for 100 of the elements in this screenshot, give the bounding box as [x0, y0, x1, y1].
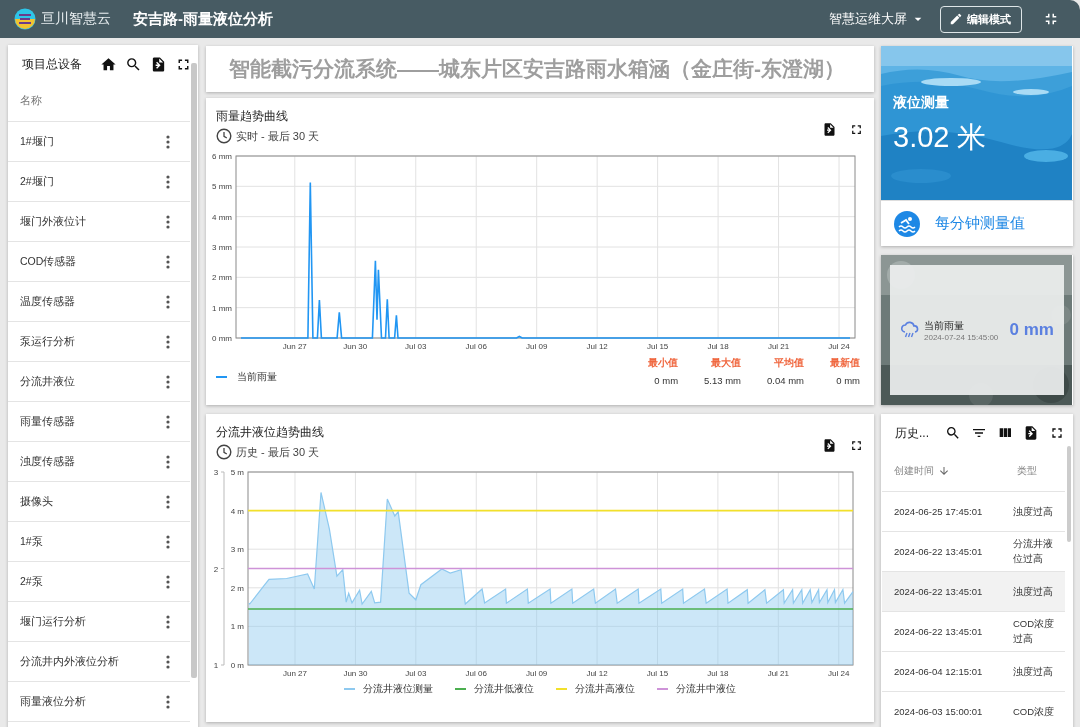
chart-title: 雨量趋势曲线 [216, 108, 289, 125]
axis-label: 3 [213, 468, 219, 477]
device-row[interactable]: 雨量传感器 [8, 402, 190, 442]
axis-label: Jul 15 [646, 342, 669, 351]
device-row[interactable]: 堰门运行分析 [8, 602, 190, 642]
more-icon[interactable] [166, 694, 170, 709]
axis-label: Jul 03 [405, 669, 427, 678]
scrollbar[interactable] [1067, 446, 1071, 542]
more-icon[interactable] [166, 294, 170, 309]
export-icon[interactable] [822, 121, 837, 137]
axis-label: Jul 18 [707, 342, 729, 351]
device-row[interactable]: 堰门外液位计 [8, 202, 190, 242]
axis-label: Jul 24 [828, 669, 850, 678]
chart-title: 分流井液位趋势曲线 [216, 424, 325, 441]
device-name: COD传感器 [20, 254, 78, 269]
export-icon[interactable] [150, 55, 167, 73]
more-icon[interactable] [166, 134, 170, 149]
device-row[interactable]: 2#堰门 [8, 162, 190, 202]
rain-value: 0 mm [1009, 320, 1054, 340]
axis-label: Jul 06 [465, 669, 487, 678]
axis-label: 2 [213, 564, 219, 574]
axis-label: Jul 12 [586, 342, 608, 351]
scrollbar[interactable] [191, 63, 197, 678]
export-icon[interactable] [1023, 425, 1039, 441]
axis-label: Jul 03 [405, 342, 427, 351]
device-row[interactable]: 摄像头 [8, 482, 190, 522]
more-icon[interactable] [166, 654, 170, 669]
clock-icon [216, 444, 232, 460]
stat-label: 最新值 [830, 356, 860, 370]
legend-label: 分流井高液位 [575, 682, 635, 696]
device-name: 2#堰门 [20, 174, 55, 189]
axis-label: Jul 09 [525, 669, 548, 678]
axis-label: 1 mm [212, 303, 232, 313]
more-icon[interactable] [166, 494, 170, 509]
table-row[interactable]: 2024-06-22 13:45:01 COD浓度过高 [882, 611, 1065, 651]
device-name: 2#泵 [20, 574, 44, 589]
table-cell: 2024-06-25 17:45:01 [882, 491, 1005, 531]
axis-label: Jul 06 [465, 342, 487, 351]
table-row[interactable]: 2024-06-22 13:45:01 分流井液位过高 [882, 531, 1065, 571]
level-label: 液位测量 [893, 94, 950, 112]
device-row[interactable]: 1#泵 [8, 522, 190, 562]
axis-label: Jul 09 [526, 342, 548, 351]
axis-label: Jul 18 [707, 669, 729, 678]
axis-label: Jul 21 [767, 669, 789, 678]
more-icon[interactable] [166, 574, 170, 589]
device-row[interactable]: COD传感器 [8, 242, 190, 282]
axis-label: 0 m [230, 661, 244, 670]
axis-label: Jul 15 [646, 669, 669, 678]
measure-label: 每分钟测量值 [935, 214, 1025, 233]
stat-value: 0.04 mm [767, 375, 804, 386]
table-row[interactable]: 2024-06-03 15:00:01 COD浓度 [882, 691, 1065, 727]
table-cell: COD浓度 [1005, 691, 1065, 727]
table-cell: 2024-06-22 13:45:01 [882, 531, 1005, 571]
axis-label: Jul 21 [767, 342, 790, 351]
axis-label: Jun 27 [282, 342, 307, 351]
device-row[interactable]: 1#堰门 [8, 122, 190, 162]
device-name: 1#泵 [20, 534, 44, 549]
more-icon[interactable] [166, 334, 170, 349]
rain-cloud-icon [900, 321, 920, 339]
axis-label: 4 m [230, 506, 244, 516]
fullscreen-icon[interactable] [1049, 425, 1065, 441]
export-icon[interactable] [822, 437, 837, 453]
more-icon[interactable] [166, 414, 170, 429]
more-icon[interactable] [166, 254, 170, 269]
pencil-icon [949, 12, 963, 26]
device-name: 分流井内外液位分析 [20, 654, 120, 669]
device-row[interactable]: 泵运行分析 [8, 322, 190, 362]
column-header[interactable]: 类型 [1017, 464, 1037, 479]
stat-label: 平均值 [774, 356, 804, 370]
device-row[interactable]: 温度传感器 [8, 282, 190, 322]
device-row[interactable]: 雨量液位分析 [8, 682, 190, 722]
more-icon[interactable] [166, 174, 170, 189]
logo-text: 亘川智慧云 [41, 10, 111, 28]
table-row[interactable]: 2024-06-22 13:45:01 浊度过高 [882, 571, 1065, 611]
search-icon[interactable] [945, 425, 961, 441]
edit-mode-button[interactable]: 编辑模式 [940, 5, 1022, 33]
column-header[interactable]: 创建时间 [894, 464, 934, 479]
home-icon[interactable] [100, 55, 117, 73]
table-row[interactable]: 2024-06-04 12:15:01 浊度过高 [882, 651, 1065, 691]
dashboard-dropdown[interactable]: 智慧运维大屏 [829, 10, 926, 28]
search-icon[interactable] [125, 55, 142, 73]
table-cell: 2024-06-03 15:00:01 [882, 691, 1005, 727]
more-icon[interactable] [166, 614, 170, 629]
device-row[interactable]: 浊度传感器 [8, 442, 190, 482]
water-level-icon [893, 209, 921, 238]
device-row[interactable]: 2#泵 [8, 562, 190, 602]
more-icon[interactable] [166, 374, 170, 389]
page-title: 安吉路-雨量液位分析 [133, 9, 273, 29]
more-icon[interactable] [166, 214, 170, 229]
device-name: 浊度传感器 [20, 454, 76, 469]
more-icon[interactable] [166, 454, 170, 469]
device-row[interactable]: 分流井内外液位分析 [8, 642, 190, 682]
axis-label: Jul 24 [828, 342, 850, 351]
device-row[interactable]: 分流井液位 [8, 362, 190, 402]
table-row[interactable]: 2024-06-25 17:45:01 浊度过高 [882, 491, 1065, 531]
more-icon[interactable] [166, 534, 170, 549]
stat-value: 0 mm [836, 375, 860, 386]
table-cell: COD浓度过高 [1005, 611, 1065, 651]
timestamp: 2024-07-24 15:45:00 [924, 332, 1000, 342]
time-range: 历史 - 最后 30 天 [236, 444, 320, 460]
